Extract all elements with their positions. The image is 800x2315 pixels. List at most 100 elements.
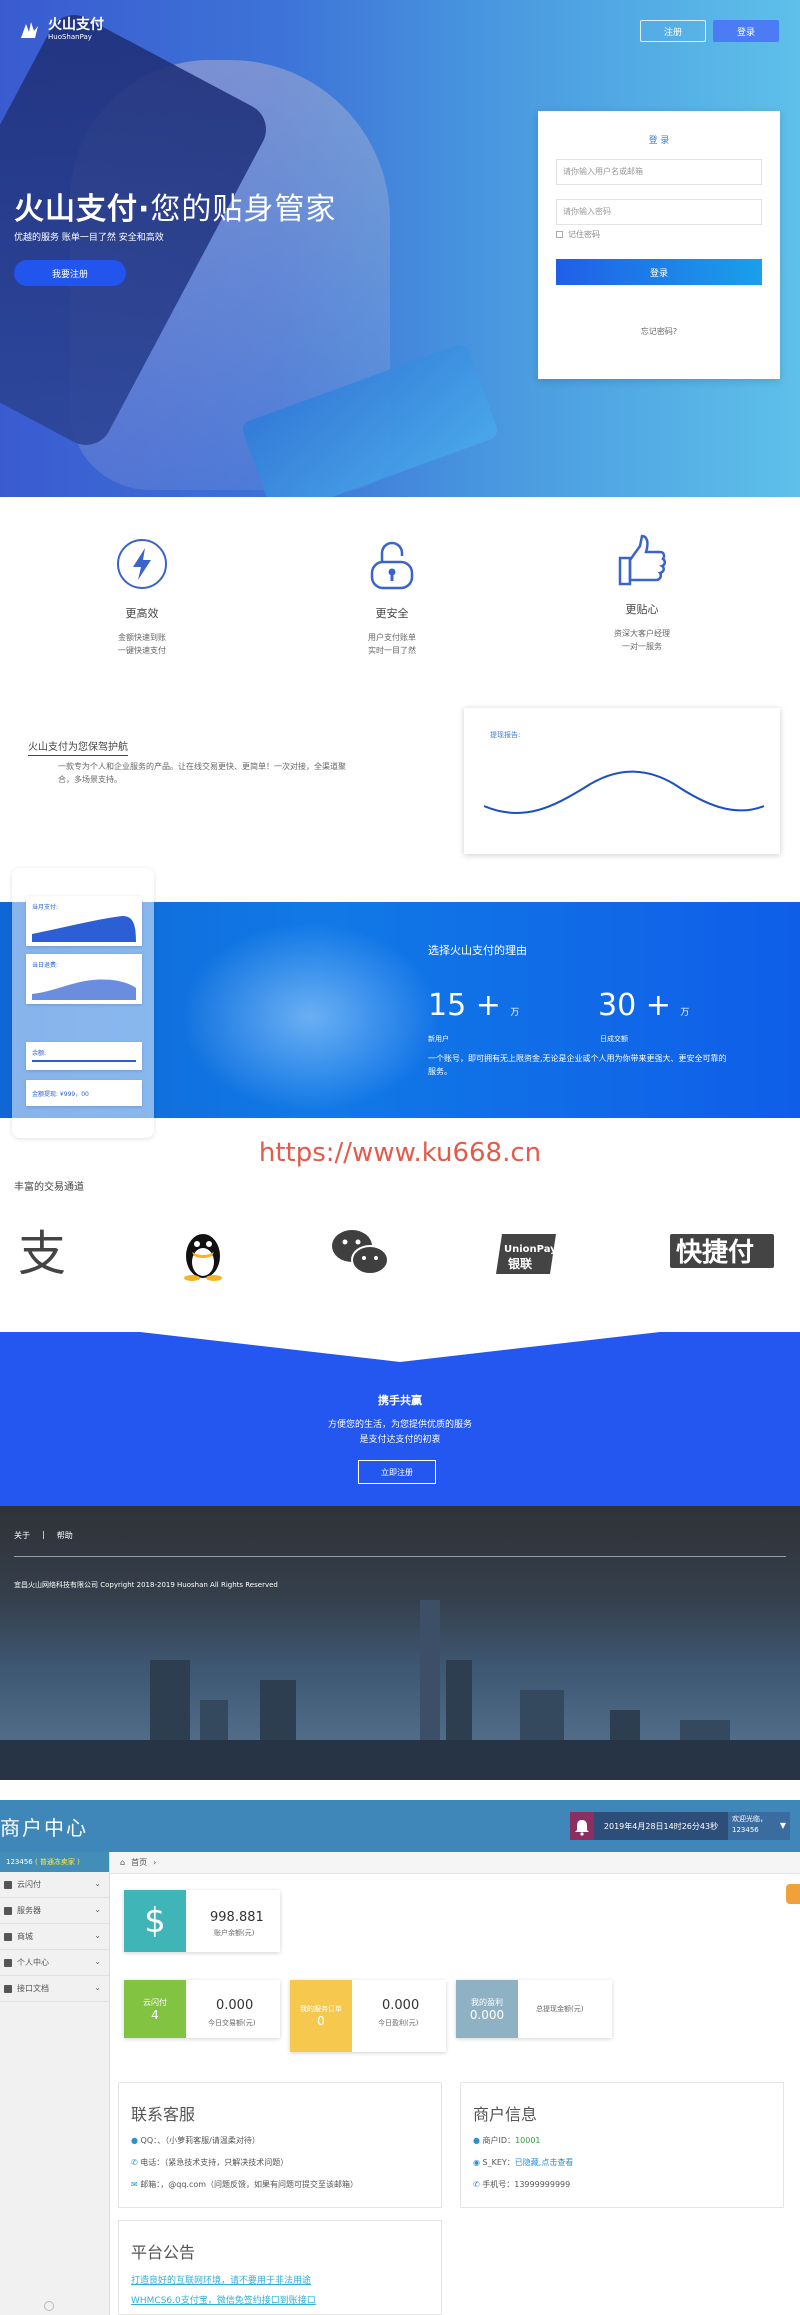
quickpay-icon: 快捷付 [670, 1234, 774, 1268]
doc-icon [4, 1984, 12, 1993]
stat-value: 0.000 [216, 1998, 254, 2013]
unionpay-icon: UnionPay 银联 [496, 1234, 557, 1274]
svg-text:银联: 银联 [508, 1256, 532, 1271]
stat-badge: 我的盈利 0.000 [456, 1980, 518, 2038]
footer: 关于 | 帮助 宜昌火山网络科技有限公司 Copyright 2018-2019… [0, 1506, 800, 1780]
cta-wave [0, 1332, 800, 1362]
stat-badge: 云闪付 4 [124, 1980, 186, 2038]
reasons-title: 选择火山支付的理由 [428, 944, 527, 957]
hero-register-button[interactable]: 我要注册 [14, 260, 126, 286]
email-icon: ✉ [131, 2180, 138, 2189]
login-submit-button[interactable]: 登录 [556, 259, 762, 285]
stat-count: 0 [317, 2014, 325, 2028]
username-input[interactable]: 请你输入用户名或邮箱 [556, 159, 762, 185]
collapse-sidebar-icon[interactable] [44, 2301, 54, 2311]
bell-icon[interactable] [570, 1812, 594, 1840]
merchant-id-label: 商户ID： [482, 2136, 516, 2145]
merchant-key-link[interactable]: 已隐藏,点击查看 [515, 2158, 574, 2167]
feature-desc: 资深大客户经理 一对一服务 [567, 627, 717, 653]
user-id-bar: 123456 ( 普通冻卖家 ) [0, 1852, 109, 1872]
mockup-label: 当月支付: [32, 904, 59, 911]
register-button[interactable]: 注册 [640, 20, 706, 42]
breadcrumb: ⌂ 首页 › [110, 1852, 800, 1874]
forgot-password-link[interactable]: 忘记密码? [538, 326, 780, 337]
feature-desc-line: 用户支付账单 [368, 633, 416, 642]
eye-icon: ◉ [473, 2158, 480, 2167]
login-panel: 登 录 请你输入用户名或邮箱 请你输入密码 记住密码 登录 忘记密码? [538, 111, 780, 379]
user-icon: ● [473, 2136, 480, 2145]
stat-label: 今日盈利(元) [378, 2019, 419, 2027]
footer-about-link[interactable]: 关于 [14, 1530, 30, 1541]
svg-text:支: 支 [18, 1226, 66, 1282]
feature-desc-line: 一对一服务 [622, 642, 662, 651]
svg-text:UnionPay: UnionPay [504, 1244, 557, 1255]
panel-title: 平台公告 [131, 2243, 196, 2262]
mockup-card: 当日退费: [26, 954, 142, 1004]
settings-float-button[interactable] [786, 1884, 800, 1904]
merchant-key-row: ◉ S_KEY：已隐藏,点击查看 [473, 2157, 573, 2168]
chevron-down-icon: ⌄ [94, 1879, 101, 1888]
footer-divider [14, 1556, 786, 1557]
notice-link[interactable]: 打造良好的互联网环境，请不要用于非法用途 [131, 2273, 311, 2286]
feature-efficient: 更高效 金额快速到账 一键快速支付 [67, 536, 217, 657]
notice-panel: 平台公告 打造良好的互联网环境，请不要用于非法用途 WHMCS6.0支付宝，微信… [118, 2220, 442, 2315]
stat-tag: 我的盈利 [471, 1997, 503, 2007]
stat-card-profit: 我的盈利 0.000 总提现金额(元) [456, 1980, 612, 2038]
footer-help-link[interactable]: 帮助 [57, 1530, 73, 1541]
sidebar-item-unionpay[interactable]: 云闪付 ⌄ [0, 1872, 109, 1898]
qq-icon [184, 1234, 222, 1281]
password-input[interactable]: 请你输入密码 [556, 199, 762, 225]
logo-sub: HuoShanPay [48, 33, 92, 41]
feature-desc-line: 资深大客户经理 [614, 629, 670, 638]
cta-title: 携手共赢 [378, 1394, 422, 1407]
svg-text:快捷付: 快捷付 [676, 1238, 754, 1268]
skyline-base [0, 1740, 800, 1780]
dollar-icon: $ [124, 1890, 186, 1952]
remember-checkbox[interactable] [556, 231, 563, 238]
balance-card: $ 998.881 账户余额(元) [124, 1890, 280, 1952]
user-icon [4, 1880, 12, 1889]
flame-logo-icon [21, 22, 38, 38]
mockup-label: 金额提现: ¥999，00 [32, 1091, 89, 1098]
stat-label: 新用户 [428, 1035, 449, 1043]
hero-subtitle: 优越的服务 账单一目了然 安全和高效 [14, 233, 164, 243]
footer-links: 关于 | 帮助 [14, 1530, 73, 1541]
chevron-down-icon: ⌄ [94, 1931, 101, 1940]
cta-line: 是支付达支付的初衷 [359, 1435, 441, 1445]
user-level: ( 普通冻卖家 ) [34, 1858, 80, 1866]
channels-title: 丰富的交易通道 [14, 1182, 84, 1193]
sidebar-item-profile[interactable]: 个人中心 ⌄ [0, 1950, 109, 1976]
stat-unit: 万 [510, 1008, 520, 1018]
notice-link[interactable]: WHMCS6.0支付宝，微信免签约接口到账接口 [131, 2293, 316, 2306]
balance-value: 998.881 [210, 1910, 264, 1925]
sidebar-item-api-docs[interactable]: 接口文档 ⌄ [0, 1976, 109, 2002]
lock-icon [370, 541, 414, 590]
sidebar-label: 服务器 [17, 1906, 41, 1915]
mockup-wave [32, 916, 136, 942]
user-menu[interactable]: 欢迎光临， 123456 ▼ [728, 1812, 790, 1840]
stat-count: 0.000 [469, 2007, 505, 2022]
merchant-topbar: 商户中心 2019年4月28日14时26分43秒 欢迎光临， 123456 ▼ [0, 1800, 800, 1852]
mockup-card: 金额提现: ¥999，00 [26, 1080, 142, 1106]
stat-badge: 我的服务订单 0 [290, 1980, 352, 2052]
stat-card-unionpay: 云闪付 4 0.000 今日交易额(元) [124, 1980, 280, 2038]
merchant-key-label: S_KEY： [482, 2158, 515, 2167]
intro-title: 火山支付为您保驾护航 [28, 738, 128, 756]
feature-name: 更安全 [375, 607, 409, 620]
merchant-brand[interactable]: 商户中心 [0, 1812, 88, 1841]
sidebar-item-shop[interactable]: 商城 ⌄ [0, 1924, 109, 1950]
mockup-card: 当月支付: [26, 896, 142, 946]
login-button[interactable]: 登录 [713, 20, 779, 42]
sidebar-item-server[interactable]: 服务器 ⌄ [0, 1898, 109, 1924]
site-logo[interactable]: 火山支付 HuoShanPay [18, 18, 104, 42]
mockup-label: 余额: [32, 1050, 47, 1057]
remember-label: 记住密码 [568, 230, 600, 239]
contact-service-panel: 联系客服 ● QQ：、（小萝莉客服/请温柔对待） ✆ 电话：（紧急技术支持，只解… [118, 2082, 442, 2208]
breadcrumb-home[interactable]: 首页 [131, 1857, 147, 1868]
cta-register-button[interactable]: 立即注册 [358, 1460, 436, 1484]
stat-new-users: 15 + 万 [428, 988, 519, 1023]
service-email: ✉ 邮箱：，@qq.com（问题反馈，如果有问题可提交至该邮箱） [131, 2179, 358, 2190]
service-phone-text: 电话：（紧急技术支持，只解决技术问题） [140, 2158, 289, 2167]
chevron-down-icon: ⌄ [94, 1957, 101, 1966]
stat-number: 15 + [428, 988, 501, 1023]
